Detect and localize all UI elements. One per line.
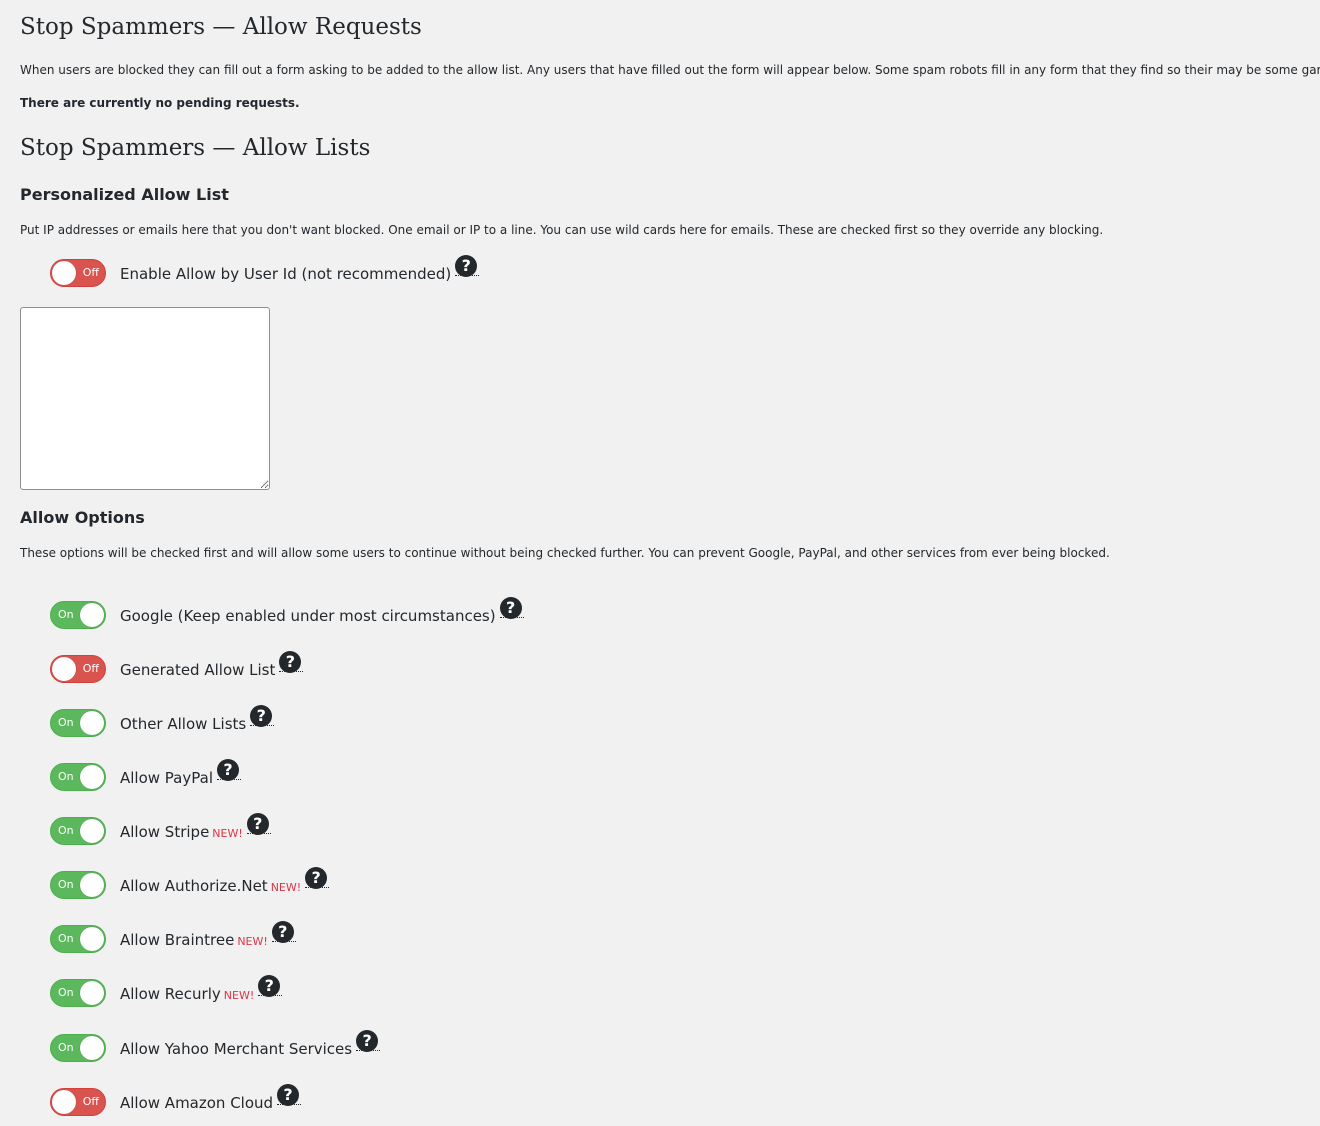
- allow-option-label: Generated Allow List?: [120, 651, 304, 682]
- help-question-glyph: ?: [279, 651, 302, 673]
- toggle-knob: [52, 657, 76, 681]
- help-question-icon[interactable]: ?: [258, 975, 283, 997]
- help-question-glyph: ?: [246, 813, 269, 835]
- toggle-state-text: On: [58, 932, 74, 945]
- allow-options-description: These options will be checked first and …: [20, 546, 1110, 560]
- allow-option-label: Allow Recurly NEW!?: [120, 975, 283, 1006]
- allow-option-label-text: Other Allow Lists: [120, 715, 247, 733]
- personalized-allow-list-description: Put IP addresses or emails here that you…: [20, 223, 1104, 237]
- allow-option-label-text: Allow Braintree: [120, 931, 235, 949]
- help-question-icon[interactable]: ?: [455, 255, 480, 277]
- toggle-knob: [80, 1036, 104, 1060]
- allow-option-label: Allow Yahoo Merchant Services?: [120, 1030, 381, 1061]
- help-question-glyph: ?: [216, 759, 239, 781]
- allow-option-label-text: Google (Keep enabled under most circumst…: [120, 607, 496, 625]
- help-question-icon[interactable]: ?: [356, 1030, 381, 1052]
- allow-by-user-id-label-text: Enable Allow by User Id (not recommended…: [120, 265, 452, 283]
- allow-braintree-toggle[interactable]: On: [50, 925, 106, 953]
- allow-yahoo-merchant-services-toggle[interactable]: On: [50, 1034, 106, 1062]
- allow-stripe-toggle[interactable]: On: [50, 817, 106, 845]
- toggle-knob: [80, 873, 104, 897]
- toggle-knob: [80, 765, 104, 789]
- allow-requests-title: Stop Spammers — Allow Requests: [20, 14, 422, 40]
- allow-authorize-net-toggle[interactable]: On: [50, 871, 106, 899]
- help-question-glyph: ?: [455, 255, 478, 277]
- allow-option-label: Allow Braintree NEW!?: [120, 921, 296, 952]
- help-question-icon[interactable]: ?: [305, 867, 330, 889]
- help-question-icon[interactable]: ?: [499, 597, 524, 619]
- toggle-knob: [80, 981, 104, 1005]
- allow-options-heading: Allow Options: [20, 508, 145, 527]
- toggle-knob: [80, 603, 104, 627]
- toggle-state-text: On: [58, 878, 74, 891]
- allow-option-label: Allow Stripe NEW!?: [120, 813, 271, 844]
- toggle-knob: [52, 1090, 76, 1114]
- allow-recurly-toggle[interactable]: On: [50, 979, 106, 1007]
- new-badge: NEW!: [270, 881, 302, 894]
- help-question-icon[interactable]: ?: [250, 705, 275, 727]
- help-question-glyph: ?: [250, 705, 273, 727]
- help-question-glyph: ?: [271, 921, 294, 943]
- toggle-state-text: On: [58, 716, 74, 729]
- toggle-state-text: Off: [82, 1095, 99, 1108]
- google-keep-enabled-under-most-circumstances-toggle[interactable]: On: [50, 601, 106, 629]
- new-badge: NEW!: [212, 827, 243, 840]
- toggle-knob: [80, 819, 104, 843]
- personalized-allow-list-heading: Personalized Allow List: [20, 185, 229, 204]
- other-allow-lists-toggle[interactable]: On: [50, 709, 106, 737]
- toggle-state-text: On: [58, 770, 74, 783]
- allow-option-label-text: Allow Amazon Cloud: [120, 1094, 274, 1112]
- toggle-state-text: On: [58, 824, 74, 837]
- allow-option-label-text: Allow Recurly: [120, 985, 221, 1003]
- new-badge: NEW!: [237, 935, 268, 948]
- personalized-allow-list-textarea[interactable]: [20, 307, 270, 490]
- allow-option-label: Google (Keep enabled under most circumst…: [120, 597, 524, 628]
- help-question-icon[interactable]: ?: [271, 921, 296, 943]
- help-question-glyph: ?: [258, 975, 281, 997]
- allow-option-label-text: Generated Allow List: [120, 661, 276, 679]
- allow-option-label-text: Allow PayPal: [120, 769, 213, 787]
- allow-by-user-id-toggle[interactable]: Off: [50, 259, 106, 287]
- allow-option-label: Allow PayPal?: [120, 759, 241, 790]
- toggle-state-text: Off: [82, 662, 99, 675]
- help-question-icon[interactable]: ?: [277, 1084, 302, 1106]
- help-question-icon[interactable]: ?: [246, 813, 271, 835]
- help-question-icon[interactable]: ?: [279, 651, 304, 673]
- toggle-knob: [80, 711, 104, 735]
- allow-option-label: Allow Authorize.Net NEW!?: [120, 867, 330, 898]
- pending-requests-status: There are currently no pending requests.: [20, 96, 300, 110]
- allow-amazon-cloud-toggle[interactable]: Off: [50, 1088, 106, 1116]
- help-question-icon[interactable]: ?: [216, 759, 241, 781]
- help-question-glyph: ?: [356, 1030, 379, 1052]
- toggle-state-text: On: [58, 1041, 74, 1054]
- toggle-knob: [52, 261, 76, 285]
- allow-option-label: Allow Amazon Cloud?: [120, 1084, 302, 1115]
- allow-option-label: Other Allow Lists?: [120, 705, 275, 736]
- allow-option-label-text: Allow Authorize.Net: [120, 877, 268, 895]
- toggle-state-text: On: [58, 986, 74, 999]
- allow-option-label-text: Allow Yahoo Merchant Services: [120, 1040, 353, 1058]
- allow-paypal-toggle[interactable]: On: [50, 763, 106, 791]
- allow-option-label-text: Allow Stripe: [120, 823, 210, 841]
- allow-requests-description: When users are blocked they can fill out…: [20, 63, 1320, 77]
- toggle-knob: [80, 927, 104, 951]
- generated-allow-list-toggle[interactable]: Off: [50, 655, 106, 683]
- toggle-state-text: On: [58, 608, 74, 621]
- allow-by-user-id-label: Enable Allow by User Id (not recommended…: [120, 255, 480, 286]
- toggle-state-text: Off: [82, 266, 99, 279]
- help-question-glyph: ?: [305, 867, 328, 889]
- allow-lists-title: Stop Spammers — Allow Lists: [20, 135, 371, 161]
- new-badge: NEW!: [223, 989, 255, 1002]
- help-question-glyph: ?: [499, 597, 522, 619]
- help-question-glyph: ?: [277, 1084, 300, 1106]
